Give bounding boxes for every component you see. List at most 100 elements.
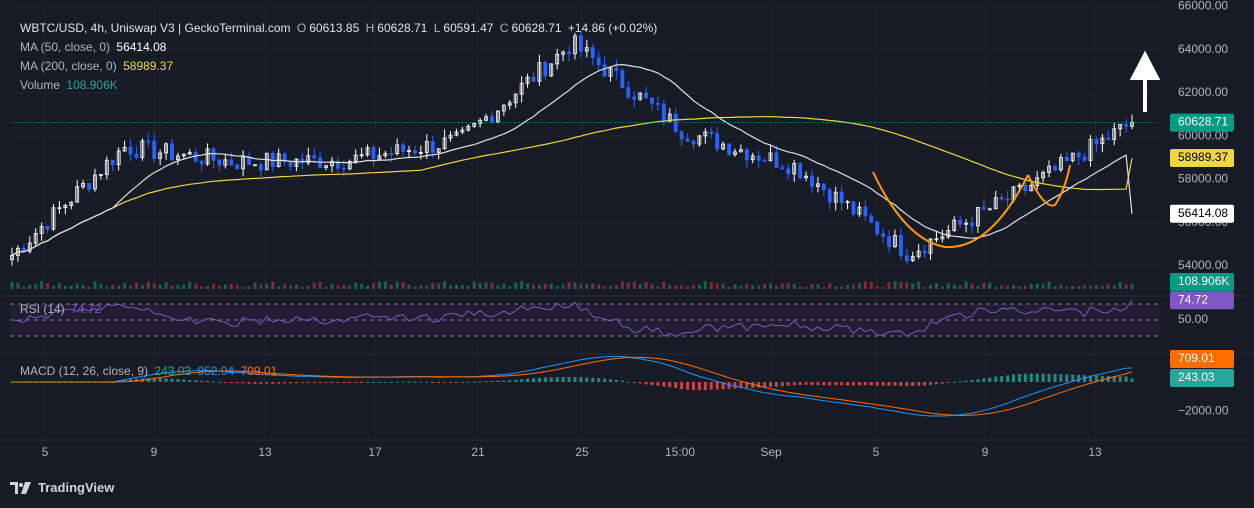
macd-histogram-bar bbox=[520, 379, 524, 382]
macd-histogram-bar bbox=[579, 377, 583, 382]
macd-histogram-bar bbox=[1029, 373, 1033, 382]
volume-bar bbox=[28, 284, 32, 289]
candle-body bbox=[1082, 156, 1087, 161]
macd-histogram-bar bbox=[691, 382, 695, 391]
volume-bar bbox=[828, 283, 832, 289]
volume-bar bbox=[407, 284, 411, 289]
macd-legend[interactable]: MACD (12, 26, close, 9) 243.03 952.04 70… bbox=[20, 364, 280, 378]
volume-bar bbox=[614, 284, 618, 289]
volume-bar bbox=[851, 284, 855, 289]
macd-histogram-bar bbox=[591, 377, 595, 382]
volume-bar bbox=[567, 282, 571, 289]
macd-histogram-bar bbox=[1041, 373, 1045, 382]
volume-bar bbox=[87, 286, 91, 289]
ma50-legend[interactable]: MA (50, close, 0) 56414.08 bbox=[20, 40, 169, 54]
rsi-legend[interactable]: RSI (14) 74.72 bbox=[20, 302, 104, 316]
candle-body bbox=[590, 47, 595, 59]
macd-histogram-bar bbox=[449, 382, 453, 383]
volume-bar bbox=[757, 285, 761, 289]
candle-body bbox=[45, 226, 50, 230]
volume-bar bbox=[93, 281, 97, 289]
volume-bar bbox=[905, 282, 909, 289]
macd-histogram-bar bbox=[893, 382, 897, 386]
volume-bar bbox=[342, 284, 346, 289]
macd-histogram-bar bbox=[923, 382, 927, 386]
ma200-legend[interactable]: MA (200, close, 0) 58989.37 bbox=[20, 59, 176, 73]
volume-bar bbox=[99, 283, 103, 289]
macd-histogram-bar bbox=[360, 382, 364, 383]
volume-bar bbox=[425, 286, 429, 289]
volume-bar bbox=[798, 286, 802, 289]
volume-bar bbox=[478, 283, 482, 289]
candle-body bbox=[780, 167, 785, 170]
macd-signal-badge-text: 709.01 bbox=[1178, 351, 1215, 365]
volume-bar bbox=[223, 284, 227, 289]
macd-histogram-bar bbox=[300, 382, 304, 384]
volume-bar bbox=[917, 281, 921, 289]
macd-histogram-bar bbox=[774, 382, 778, 387]
macd-histogram-bar bbox=[247, 382, 251, 384]
volume-bar bbox=[952, 284, 956, 289]
time-tick-label: 13 bbox=[258, 445, 272, 459]
volume-bar bbox=[265, 283, 269, 289]
volume-bar bbox=[780, 283, 784, 289]
candle-body bbox=[632, 96, 637, 100]
volume-bar bbox=[1094, 285, 1098, 289]
macd-histogram-bar bbox=[188, 379, 192, 382]
macd-histogram-bar bbox=[597, 378, 601, 382]
brand-footer[interactable]: TradingView bbox=[10, 480, 114, 495]
volume-bar bbox=[294, 284, 298, 289]
macd-histogram-bar bbox=[970, 380, 974, 382]
macd-histogram-bar bbox=[200, 380, 204, 382]
macd-histogram-bar bbox=[982, 378, 986, 382]
volume-bar bbox=[656, 286, 660, 289]
volume-bar bbox=[271, 281, 275, 289]
time-tick-label: 5 bbox=[873, 445, 880, 459]
volume-bar bbox=[449, 285, 453, 289]
macd-histogram-bar bbox=[917, 382, 921, 386]
volume-bar bbox=[709, 282, 713, 289]
volume-bar bbox=[1023, 285, 1027, 289]
macd-histogram-bar bbox=[543, 377, 547, 382]
volume-bar bbox=[1124, 284, 1128, 289]
symbol-title[interactable]: WBTC/USD, 4h, Uniswap V3 | GeckoTerminal… bbox=[20, 21, 291, 35]
volume-bar bbox=[318, 281, 322, 289]
macd-histogram-bar bbox=[472, 381, 476, 383]
ma200-line bbox=[11, 116, 1133, 256]
candle-body bbox=[87, 183, 91, 190]
volume-bar bbox=[697, 284, 701, 289]
candle-body bbox=[602, 64, 607, 77]
candle-body bbox=[620, 70, 625, 89]
macd-histogram-bar bbox=[537, 377, 541, 382]
volume-bar bbox=[846, 285, 850, 289]
candle-body bbox=[258, 164, 263, 171]
macd-histogram-bar bbox=[330, 382, 334, 383]
volume-bar bbox=[496, 285, 500, 289]
macd-histogram-bar bbox=[383, 381, 387, 383]
volume-bar bbox=[235, 285, 239, 289]
candle-body bbox=[810, 175, 814, 187]
macd-histogram-bar bbox=[804, 382, 808, 385]
volume-bar bbox=[336, 285, 340, 289]
volume-bar bbox=[277, 286, 281, 289]
volume-bar bbox=[857, 282, 861, 289]
volume-bar bbox=[680, 285, 684, 289]
candle-body bbox=[389, 153, 394, 155]
volume-bar bbox=[241, 286, 245, 289]
volume-bar bbox=[739, 286, 743, 289]
macd-histogram-bar bbox=[816, 382, 820, 386]
macd-histogram-bar bbox=[644, 382, 648, 385]
volume-bar bbox=[472, 281, 476, 289]
macd-histogram-bar bbox=[336, 382, 340, 383]
volume-bar bbox=[1077, 286, 1081, 289]
macd-histogram-bar bbox=[929, 382, 933, 385]
low-label: L bbox=[433, 21, 441, 35]
volume-bar bbox=[1059, 284, 1063, 289]
volume-legend[interactable]: Volume 108.906K bbox=[20, 78, 121, 92]
candle-body bbox=[235, 164, 240, 170]
candle-body bbox=[774, 152, 779, 168]
candle-body bbox=[987, 208, 992, 211]
time-tick-label: Sep bbox=[760, 445, 782, 459]
candle-body bbox=[727, 143, 731, 155]
volume-bar bbox=[63, 285, 67, 289]
